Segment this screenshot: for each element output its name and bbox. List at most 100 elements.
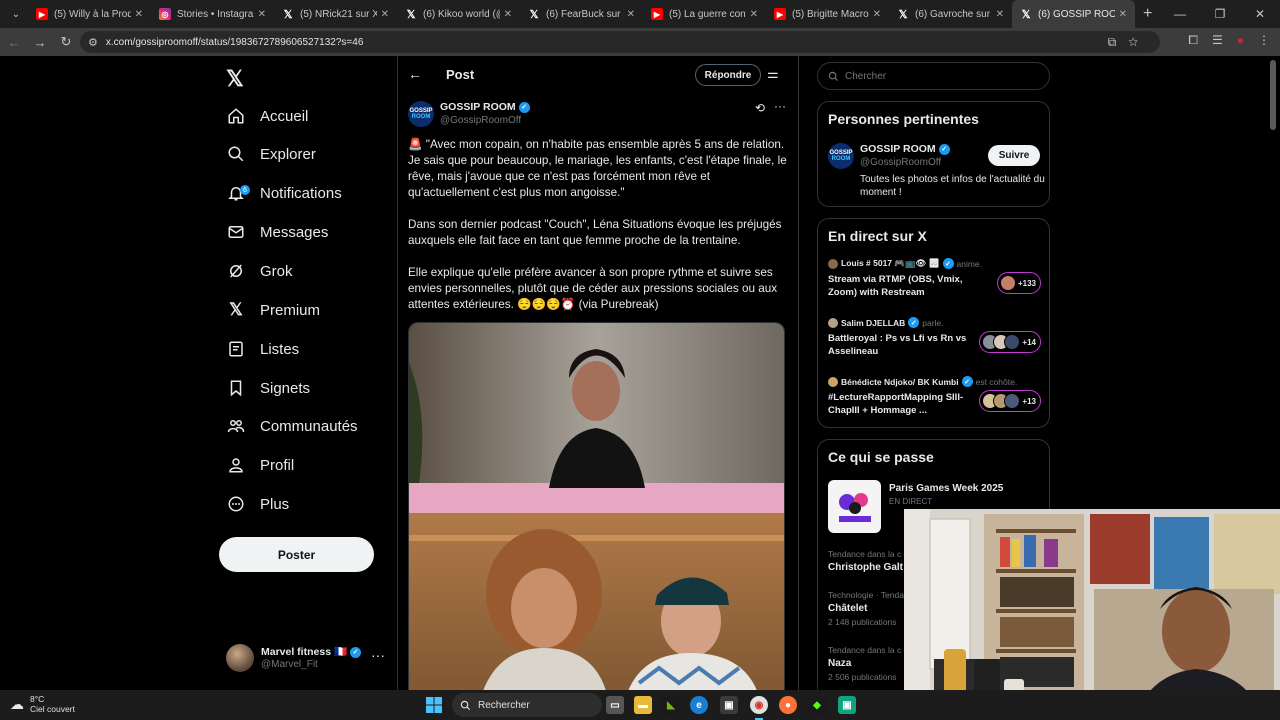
close-tab-icon[interactable]: ✕ xyxy=(996,9,1004,20)
url-field[interactable]: ⚙ x.com/gossiproomoff/status/19836727896… xyxy=(80,31,1160,53)
app-icon[interactable]: ▣ xyxy=(838,696,856,714)
close-tab-icon[interactable]: ✕ xyxy=(381,9,389,20)
browser-tab[interactable]: ▶(5) Willy à la Prod - Y✕ xyxy=(28,0,151,28)
taskbar-search[interactable]: Rechercher xyxy=(452,693,602,717)
nav-item-communities[interactable]: Communautés xyxy=(226,408,358,444)
scrollbar-thumb[interactable] xyxy=(1270,60,1276,130)
close-tab-icon[interactable]: ✕ xyxy=(135,9,143,20)
back-arrow-icon[interactable]: ← xyxy=(408,66,422,82)
forward-icon[interactable]: → xyxy=(28,30,52,54)
nav-item-lists[interactable]: Listes xyxy=(226,331,299,367)
browser-tab[interactable]: ▶(5) Brigitte Macron -✕ xyxy=(766,0,889,28)
x-icon: 𝕏 xyxy=(898,8,908,21)
nav-item-notifications[interactable]: 6 Notifications xyxy=(226,175,342,211)
event-name[interactable]: Paris Games Week 2025 xyxy=(889,483,1003,494)
more-options-icon[interactable]: ··· xyxy=(774,99,786,113)
author-handle[interactable]: @GossipRoomOff xyxy=(440,115,521,126)
nav-item-more[interactable]: Plus xyxy=(226,486,289,522)
nav-item-premium[interactable]: 𝕏 Premium xyxy=(226,292,320,328)
more-horizontal-icon[interactable]: ··· xyxy=(371,647,385,663)
search-input[interactable]: Chercher xyxy=(817,62,1050,90)
event-status: EN DIRECT xyxy=(889,497,933,506)
x-icon: 𝕏 xyxy=(406,8,416,21)
account-switcher[interactable]: Marvel fitness 🇫🇷 ✓ @Marvel_Fit ··· xyxy=(226,642,386,674)
trend-item[interactable]: Tendance dans la c Naza 2 506 publicatio… xyxy=(828,645,901,682)
author-name[interactable]: GOSSIP ROOM xyxy=(440,101,516,113)
live-space-item[interactable]: Salim DJELLAB ✓ parle. Battleroyal : Ps vs… xyxy=(828,317,1043,358)
nav-item-grok[interactable]: Grok xyxy=(226,253,293,289)
browser-tab[interactable]: ▶(5) La guerre contre l✕ xyxy=(643,0,766,28)
extensions-icon[interactable]: ⧠ xyxy=(1188,33,1198,48)
user-name[interactable]: GOSSIP ROOM xyxy=(860,143,936,155)
youtube-icon: ▶ xyxy=(774,8,786,20)
live-listeners-pill[interactable]: +133 xyxy=(996,272,1041,294)
browser-tab[interactable]: 𝕏(6) FearBuck sur X : "✕ xyxy=(520,0,643,28)
author-avatar[interactable]: GOSSIP ROOM xyxy=(408,101,434,127)
trend-item[interactable]: Tendance dans la c Christophe Galt xyxy=(828,549,903,573)
post-button[interactable]: Poster xyxy=(219,537,374,572)
reply-button[interactable]: Répondre xyxy=(695,64,761,86)
bookmark-star-icon[interactable]: ☆ xyxy=(1128,35,1150,49)
new-tab-icon[interactable]: + xyxy=(1143,5,1152,23)
maximize-icon[interactable]: ❐ xyxy=(1200,0,1240,28)
install-app-icon[interactable]: ⧉ xyxy=(1108,35,1129,49)
browser-tab[interactable]: 𝕏(6) Gavroche sur X : "✕ xyxy=(889,0,1012,28)
nav-item-explore[interactable]: Explorer xyxy=(226,136,316,172)
close-tab-icon[interactable]: ✕ xyxy=(504,9,512,20)
minimize-icon[interactable]: — xyxy=(1160,0,1200,28)
store-icon[interactable]: ▣ xyxy=(720,696,738,714)
weather-widget[interactable]: ☁ 8°C Ciel couvert xyxy=(10,694,75,714)
close-tab-icon[interactable]: ✕ xyxy=(873,9,881,20)
firefox-icon[interactable]: ● xyxy=(779,696,797,714)
browser-tab[interactable]: 𝕏(5) NRick21 sur X : "M✕ xyxy=(274,0,397,28)
close-tab-icon[interactable]: ✕ xyxy=(1119,9,1127,20)
close-tab-icon[interactable]: ✕ xyxy=(627,9,635,20)
section-title: En direct sur X xyxy=(828,228,927,244)
live-listeners-pill[interactable]: +13 xyxy=(979,390,1041,412)
nav-item-messages[interactable]: Messages xyxy=(226,214,328,250)
browser-tab[interactable]: 𝕏(6) Kikoo world (@Kik✕ xyxy=(397,0,520,28)
user-handle[interactable]: @GossipRoomOff xyxy=(860,157,941,168)
site-info-icon[interactable]: ⚙ xyxy=(88,36,98,49)
tab-search-button[interactable]: ⌄ xyxy=(4,4,28,24)
live-spaces-card: En direct sur X Louis # 5017 🎮📺👁 ♾ ✓ anime… xyxy=(817,218,1050,428)
nvidia-icon[interactable]: ◣ xyxy=(662,696,680,714)
live-space-item[interactable]: Bénédicte Ndjoko/ BK Kumbi ✓ est cohôte. #… xyxy=(828,376,1043,417)
follow-button[interactable]: Suivre xyxy=(988,145,1040,166)
windows-start-icon[interactable] xyxy=(425,696,443,714)
verified-badge-icon: ✓ xyxy=(942,258,954,269)
task-view-icon[interactable]: ▭ xyxy=(606,696,624,714)
people-icon xyxy=(226,416,246,436)
nav-item-profile[interactable]: Profil xyxy=(226,447,294,483)
file-explorer-icon[interactable]: ▬ xyxy=(634,696,652,714)
verified-badge-icon: ✓ xyxy=(908,317,920,328)
reading-list-icon[interactable]: ☰ xyxy=(1212,33,1223,48)
left-sidebar: 𝕏 Accueil Explorer 6 Notifications Messa… xyxy=(218,56,398,690)
close-window-icon[interactable]: ✕ xyxy=(1240,0,1280,28)
filter-settings-icon[interactable]: ⚌ xyxy=(767,66,779,82)
x-logo-icon[interactable]: 𝕏 xyxy=(226,66,244,92)
nav-item-home[interactable]: Accueil xyxy=(226,98,308,134)
avatar[interactable]: GOSSIP ROOM xyxy=(828,143,854,169)
home-icon xyxy=(226,106,246,126)
event-thumbnail[interactable] xyxy=(828,480,881,533)
post-media[interactable] xyxy=(408,322,785,702)
menu-icon[interactable]: ⋮ xyxy=(1258,33,1270,48)
grok-icon[interactable]: ⟲ xyxy=(755,101,765,115)
nav-item-bookmarks[interactable]: Signets xyxy=(226,370,310,406)
back-icon[interactable]: ← xyxy=(2,30,26,54)
profile-icon[interactable]: ● xyxy=(1237,33,1244,48)
search-icon xyxy=(226,144,246,164)
app-icon[interactable]: ◆ xyxy=(808,696,826,714)
browser-tab-active[interactable]: 𝕏(6) GOSSIP ROOM sur✕ xyxy=(1012,0,1135,28)
close-tab-icon[interactable]: ✕ xyxy=(258,9,266,20)
chrome-icon[interactable]: ◉ xyxy=(750,696,768,714)
live-listeners-pill[interactable]: +14 xyxy=(979,331,1041,353)
browser-tab[interactable]: ◎ Stories • Instagram ✕ xyxy=(151,0,274,28)
close-tab-icon[interactable]: ✕ xyxy=(750,9,758,20)
live-space-item[interactable]: Louis # 5017 🎮📺👁 ♾ ✓ anime. Stream via RTM… xyxy=(828,258,1043,299)
webcam-overlay xyxy=(904,509,1280,720)
edge-icon[interactable]: e xyxy=(690,696,708,714)
reload-icon[interactable]: ↻ xyxy=(54,30,78,54)
trend-item[interactable]: Technologie · Tenda Châtelet 2 148 publi… xyxy=(828,590,904,627)
